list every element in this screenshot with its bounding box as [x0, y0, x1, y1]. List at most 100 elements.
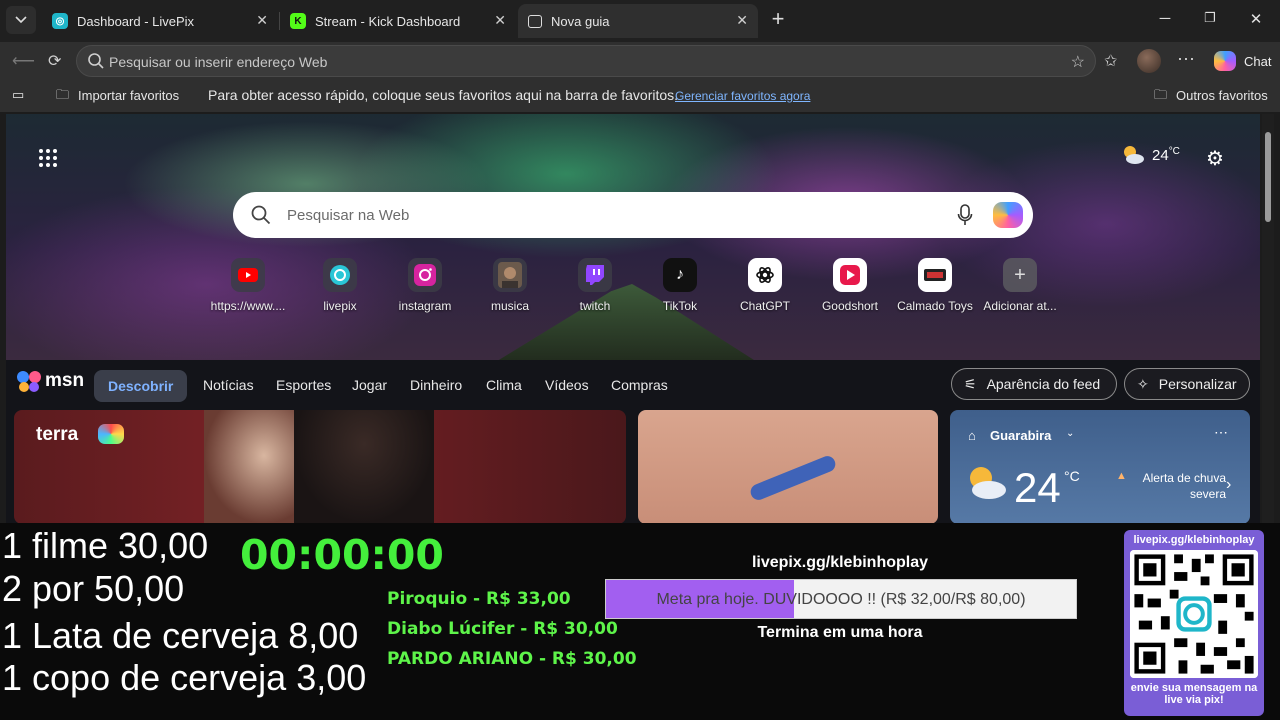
msn-logo[interactable]: msn [16, 368, 84, 394]
player-photo [294, 410, 434, 524]
weather-card-temp: 24 [1014, 464, 1061, 511]
msn-logo-text: msn [45, 370, 85, 391]
profile-avatar[interactable] [1137, 49, 1161, 73]
menu-item: 1 Lata de cerveja 8,00 [2, 615, 359, 656]
tiktok-icon: ♪ [663, 258, 697, 292]
personalize-button[interactable]: ✧ Personalizar [1124, 368, 1250, 400]
tab-title: Stream - Kick Dashboard [315, 13, 461, 29]
chevron-right-icon[interactable]: › [1226, 476, 1231, 494]
msn-navbar: msn Descobrir Notícias Esportes Jogar Di… [6, 360, 1260, 410]
nav-videos[interactable]: Vídeos [545, 377, 589, 393]
close-icon[interactable]: ✕ [736, 12, 748, 29]
nav-jogar[interactable]: Jogar [352, 377, 387, 393]
menu-item: 2 por 50,00 [2, 568, 185, 609]
news-card-health[interactable] [638, 410, 938, 524]
shortcut-label: https://www.... [210, 299, 286, 313]
manage-favorites-link[interactable]: Gerenciar favoritos agora [675, 89, 810, 103]
calmado-icon [918, 258, 952, 292]
shortcut-livepix[interactable]: livepix [298, 258, 382, 313]
search-icon [251, 205, 271, 225]
other-favorites-button[interactable]: Outros favoritos [1176, 88, 1268, 103]
favorite-star-icon[interactable]: ☆ [1071, 52, 1085, 72]
menu-item: 1 filme 30,00 [2, 525, 209, 566]
window-close-icon[interactable]: ✕ [1246, 10, 1266, 28]
nav-esportes[interactable]: Esportes [276, 377, 331, 393]
restore-icon[interactable]: ❐ [1200, 10, 1220, 26]
shortcut-musica[interactable]: musica [468, 258, 552, 313]
injection-pen-image [748, 453, 838, 503]
tab-list-icon[interactable]: ▭ [12, 87, 24, 103]
shortcut-goodshort[interactable]: Goodshort [808, 258, 892, 313]
new-tab-button[interactable]: + [766, 8, 790, 32]
tab-livepix[interactable]: ◎ Dashboard - LivePix ✕ [42, 4, 278, 38]
donor-entry: PARDO ARIANO - R$ 30,00 [387, 649, 637, 669]
address-bar[interactable]: Pesquisar ou inserir endereço Web ☆ [76, 45, 1096, 77]
newtab-icon [528, 14, 542, 28]
chatgpt-icon [748, 258, 782, 292]
nav-dinheiro[interactable]: Dinheiro [410, 377, 462, 393]
donor-entry: Diabo Lúcifer - R$ 30,00 [387, 619, 618, 639]
feed-appearance-label: Aparência do feed [986, 376, 1101, 392]
close-icon[interactable]: ✕ [494, 12, 506, 29]
import-favorites-button[interactable]: Importar favoritos [78, 88, 179, 103]
weather-city[interactable]: Guarabira [990, 428, 1051, 443]
import-folder-icon: 🗀 [56, 87, 70, 102]
title-bar: ◎ Dashboard - LivePix ✕ K Stream - Kick … [0, 0, 1280, 42]
news-card-terra[interactable]: terra [14, 410, 626, 524]
back-icon[interactable]: ⟵ [12, 51, 35, 71]
nav-clima[interactable]: Clima [486, 377, 522, 393]
shortcut-chatgpt[interactable]: ChatGPT [723, 258, 807, 313]
page-scrollbar[interactable] [1262, 114, 1274, 524]
qr-header: livepix.gg/klebinhoplay [1133, 534, 1255, 546]
shortcut-label: Goodshort [821, 299, 879, 313]
weather-unit: °C [1168, 145, 1180, 157]
home-icon: ⌂ [968, 428, 976, 443]
msn-butterfly-icon [17, 371, 41, 392]
shortcut-calmado-toys[interactable]: Calmado Toys [893, 258, 977, 313]
goal-text: Meta pra hoje. DUVIDOOOO !! (R$ 32,00/R$… [656, 591, 1026, 608]
shortcut-instagram[interactable]: instagram [383, 258, 467, 313]
copilot-icon[interactable] [993, 202, 1023, 228]
weather-card[interactable]: ⌂ Guarabira ⌄ ⋯ 24 °C ▲ Alerta de chuva … [950, 410, 1250, 524]
more-options-icon[interactable]: ⋯ [1214, 424, 1228, 441]
goal-progress-bar: Meta pra hoje. DUVIDOOOO !! (R$ 32,00/R$… [605, 579, 1077, 619]
favorites-icon[interactable]: ✩ [1104, 51, 1117, 71]
tab-new-tab[interactable]: Nova guia ✕ [518, 4, 758, 38]
settings-gear-icon[interactable]: ⚙ [1206, 146, 1224, 171]
refresh-icon[interactable]: ⟳ [48, 51, 61, 71]
feed-appearance-button[interactable]: ⚟ Aparência do feed [951, 368, 1117, 400]
minimize-icon[interactable]: ─ [1155, 10, 1175, 27]
web-search-input[interactable]: Pesquisar na Web [233, 192, 1033, 238]
weather-alert[interactable]: Alerta de chuva severa [1130, 470, 1226, 502]
goal-ends-text: Termina em uma hora [757, 624, 923, 641]
chevron-down-icon[interactable]: ⌄ [1066, 428, 1074, 439]
copilot-chat-button[interactable]: Chat [1208, 48, 1277, 74]
tab-actions-button[interactable] [6, 6, 36, 34]
favorites-bar: ▭ 🗀 Importar favoritos Para obter acesso… [0, 80, 1280, 112]
more-options-icon[interactable]: ⋯ [1177, 49, 1195, 70]
close-icon[interactable]: ✕ [256, 12, 268, 29]
search-icon [88, 53, 104, 69]
qr-footer: envie sua mensagem na live via pix! [1130, 682, 1258, 706]
shortcut-youtube[interactable]: https://www.... [206, 258, 290, 313]
hero-background: 24 °C ⚙ Pesquisar na Web https://www....… [6, 114, 1260, 374]
nav-descobrir[interactable]: Descobrir [94, 370, 188, 402]
copilot-icon [1214, 51, 1236, 71]
nav-noticias[interactable]: Notícias [203, 377, 254, 393]
microphone-icon[interactable] [957, 204, 973, 226]
sparkle-icon: ✧ [1137, 375, 1149, 392]
shortcut-twitch[interactable]: twitch [553, 258, 637, 313]
tab-kick[interactable]: K Stream - Kick Dashboard ✕ [280, 4, 516, 38]
shortcut-label: TikTok [662, 299, 698, 313]
search-placeholder: Pesquisar na Web [287, 207, 410, 224]
scrollbar-thumb[interactable] [1265, 132, 1271, 222]
apps-grid-icon[interactable] [38, 148, 58, 168]
new-tab-page: 24 °C ⚙ Pesquisar na Web https://www....… [6, 114, 1260, 524]
quick-links: https://www.... livepix instagram musica… [206, 258, 1066, 314]
nav-compras[interactable]: Compras [611, 377, 668, 393]
favorites-hint: Para obter acesso rápido, coloque seus f… [208, 87, 679, 103]
weather-widget[interactable]: 24 °C [1120, 144, 1180, 166]
shortcut-tiktok[interactable]: ♪ TikTok [638, 258, 722, 313]
shortcut-add[interactable]: + Adicionar at... [978, 258, 1062, 313]
shortcut-label: twitch [579, 299, 611, 313]
